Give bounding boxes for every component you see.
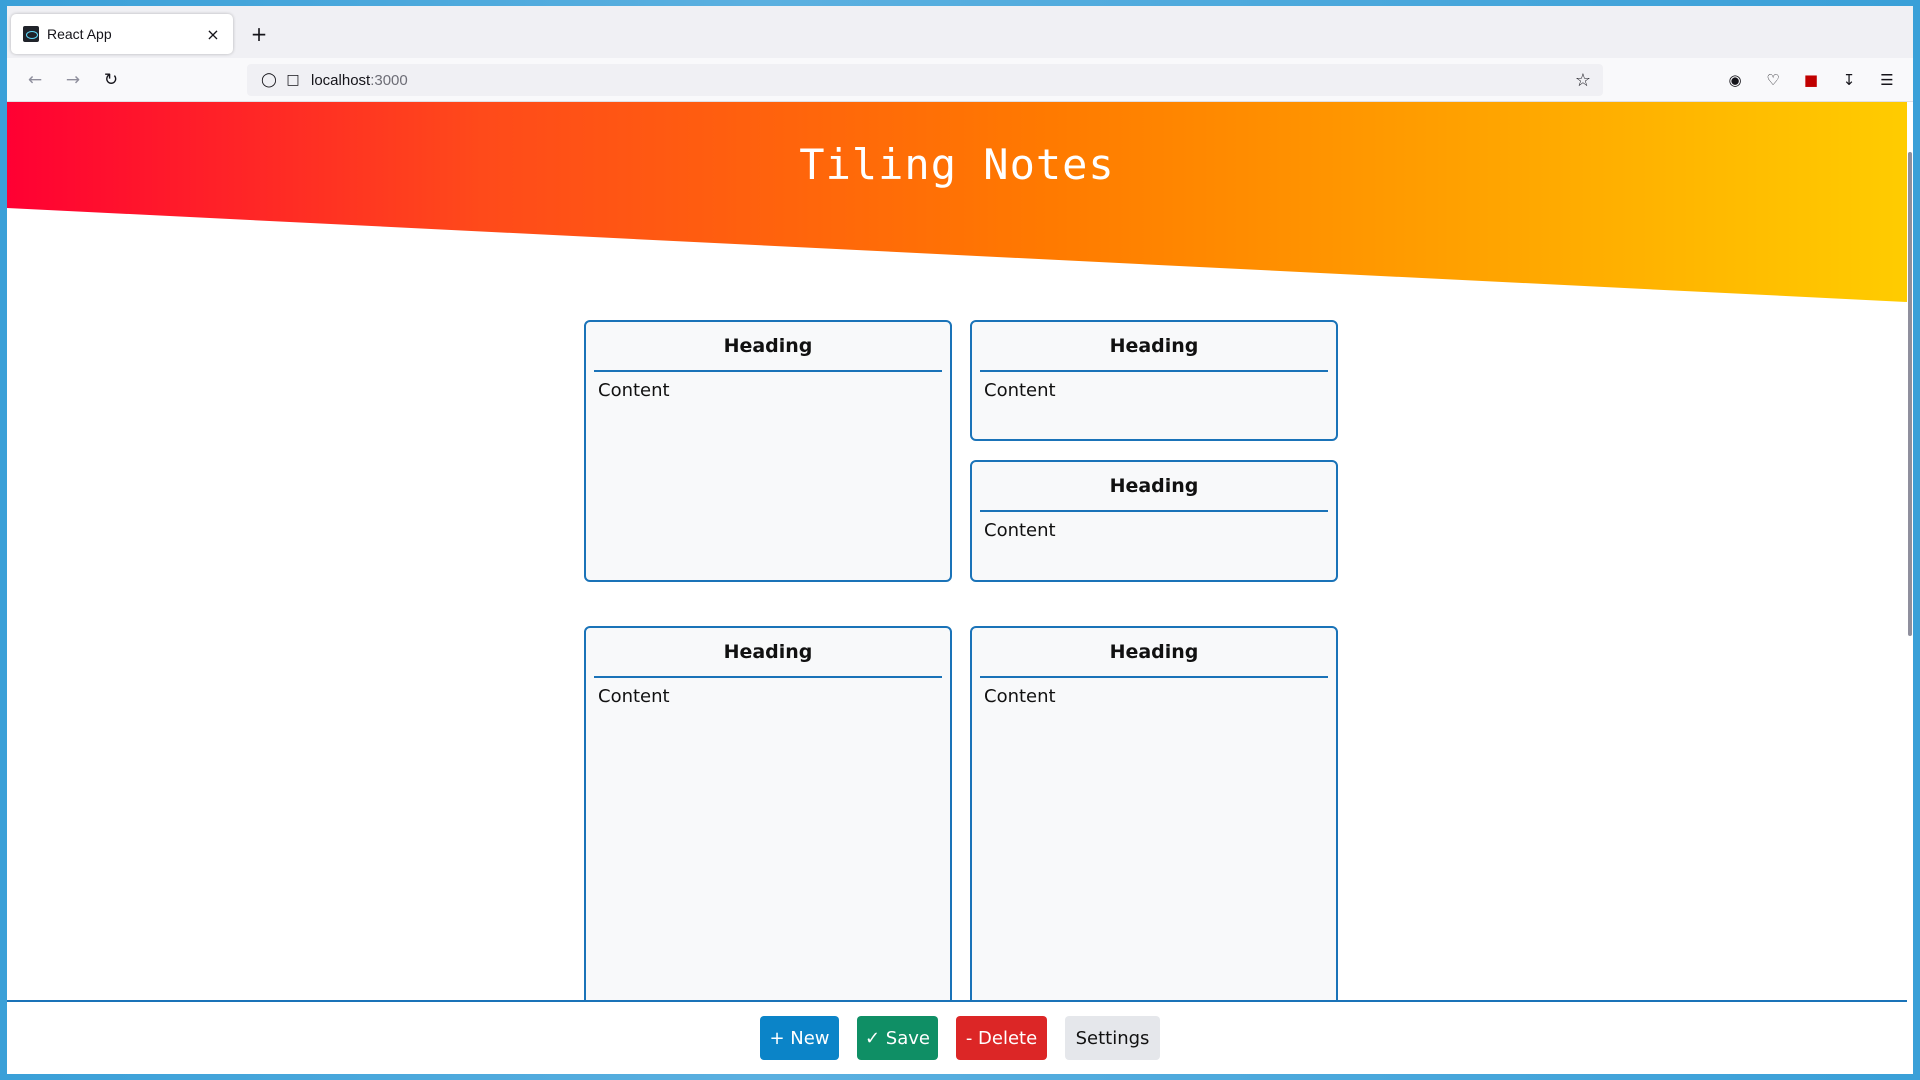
page-viewport: Tiling Notes Heading Content Heading Con…	[7, 102, 1913, 1074]
page-icon: □	[286, 72, 300, 88]
note-card[interactable]: Heading Content	[584, 320, 952, 582]
browser-tab[interactable]: React App ×	[11, 14, 233, 54]
settings-button[interactable]: Settings	[1065, 1016, 1160, 1060]
note-heading[interactable]: Heading	[594, 322, 942, 372]
url-host: localhost	[311, 71, 371, 89]
navigation-bar: ← → ↻ ◯ □ localhost:3000 ☆ ◉ ♡ ■ ↧ ☰	[7, 58, 1913, 102]
note-card[interactable]: Heading Content	[970, 320, 1338, 441]
tab-strip: React App × +	[7, 6, 1913, 58]
scrollbar-thumb[interactable]	[1908, 152, 1912, 636]
extension-y-icon[interactable]: ◉	[1723, 68, 1747, 92]
new-tab-button[interactable]: +	[247, 22, 271, 46]
note-content[interactable]: Content	[972, 372, 1336, 409]
note-content[interactable]: Content	[972, 678, 1336, 715]
close-tab-icon[interactable]: ×	[201, 22, 225, 46]
app-title: Tiling Notes	[799, 140, 1115, 189]
tab-title: React App	[47, 26, 112, 42]
reload-icon[interactable]: ↻	[97, 66, 125, 94]
shield-icon[interactable]: ◯	[259, 70, 279, 90]
pocket-icon[interactable]: ♡	[1761, 68, 1785, 92]
note-card[interactable]: Heading Content	[970, 626, 1338, 1026]
download-icon[interactable]: ↧	[1837, 68, 1861, 92]
note-content[interactable]: Content	[586, 678, 950, 715]
note-card[interactable]: Heading Content	[970, 460, 1338, 582]
ublock-icon[interactable]: ■	[1799, 68, 1823, 92]
new-note-button[interactable]: + New	[760, 1016, 839, 1060]
url-port: :3000	[370, 71, 408, 89]
note-content[interactable]: Content	[972, 512, 1336, 549]
bottom-toolbar: + New ✓ Save - Delete Settings	[7, 1000, 1907, 1074]
delete-button[interactable]: - Delete	[956, 1016, 1047, 1060]
note-heading[interactable]: Heading	[594, 628, 942, 678]
note-heading[interactable]: Heading	[980, 462, 1328, 512]
note-card[interactable]: Heading Content	[584, 626, 952, 1026]
browser-window: React App × + ← → ↻ ◯ □ localhost:3000 ☆…	[7, 6, 1913, 1074]
react-favicon-icon	[23, 26, 39, 42]
note-content[interactable]: Content	[586, 372, 950, 409]
note-heading[interactable]: Heading	[980, 628, 1328, 678]
back-arrow-icon[interactable]: ←	[21, 66, 49, 94]
url-text[interactable]: localhost:3000	[311, 72, 408, 89]
bookmark-star-icon[interactable]: ☆	[1571, 68, 1595, 92]
forward-arrow-icon[interactable]: →	[59, 66, 87, 94]
note-heading[interactable]: Heading	[980, 322, 1328, 372]
menu-icon[interactable]: ☰	[1875, 68, 1899, 92]
address-bar[interactable]: ◯ □ localhost:3000 ☆	[247, 64, 1603, 96]
save-button[interactable]: ✓ Save	[857, 1016, 938, 1060]
header-banner	[7, 102, 1907, 302]
scrollbar[interactable]	[1907, 102, 1913, 1074]
